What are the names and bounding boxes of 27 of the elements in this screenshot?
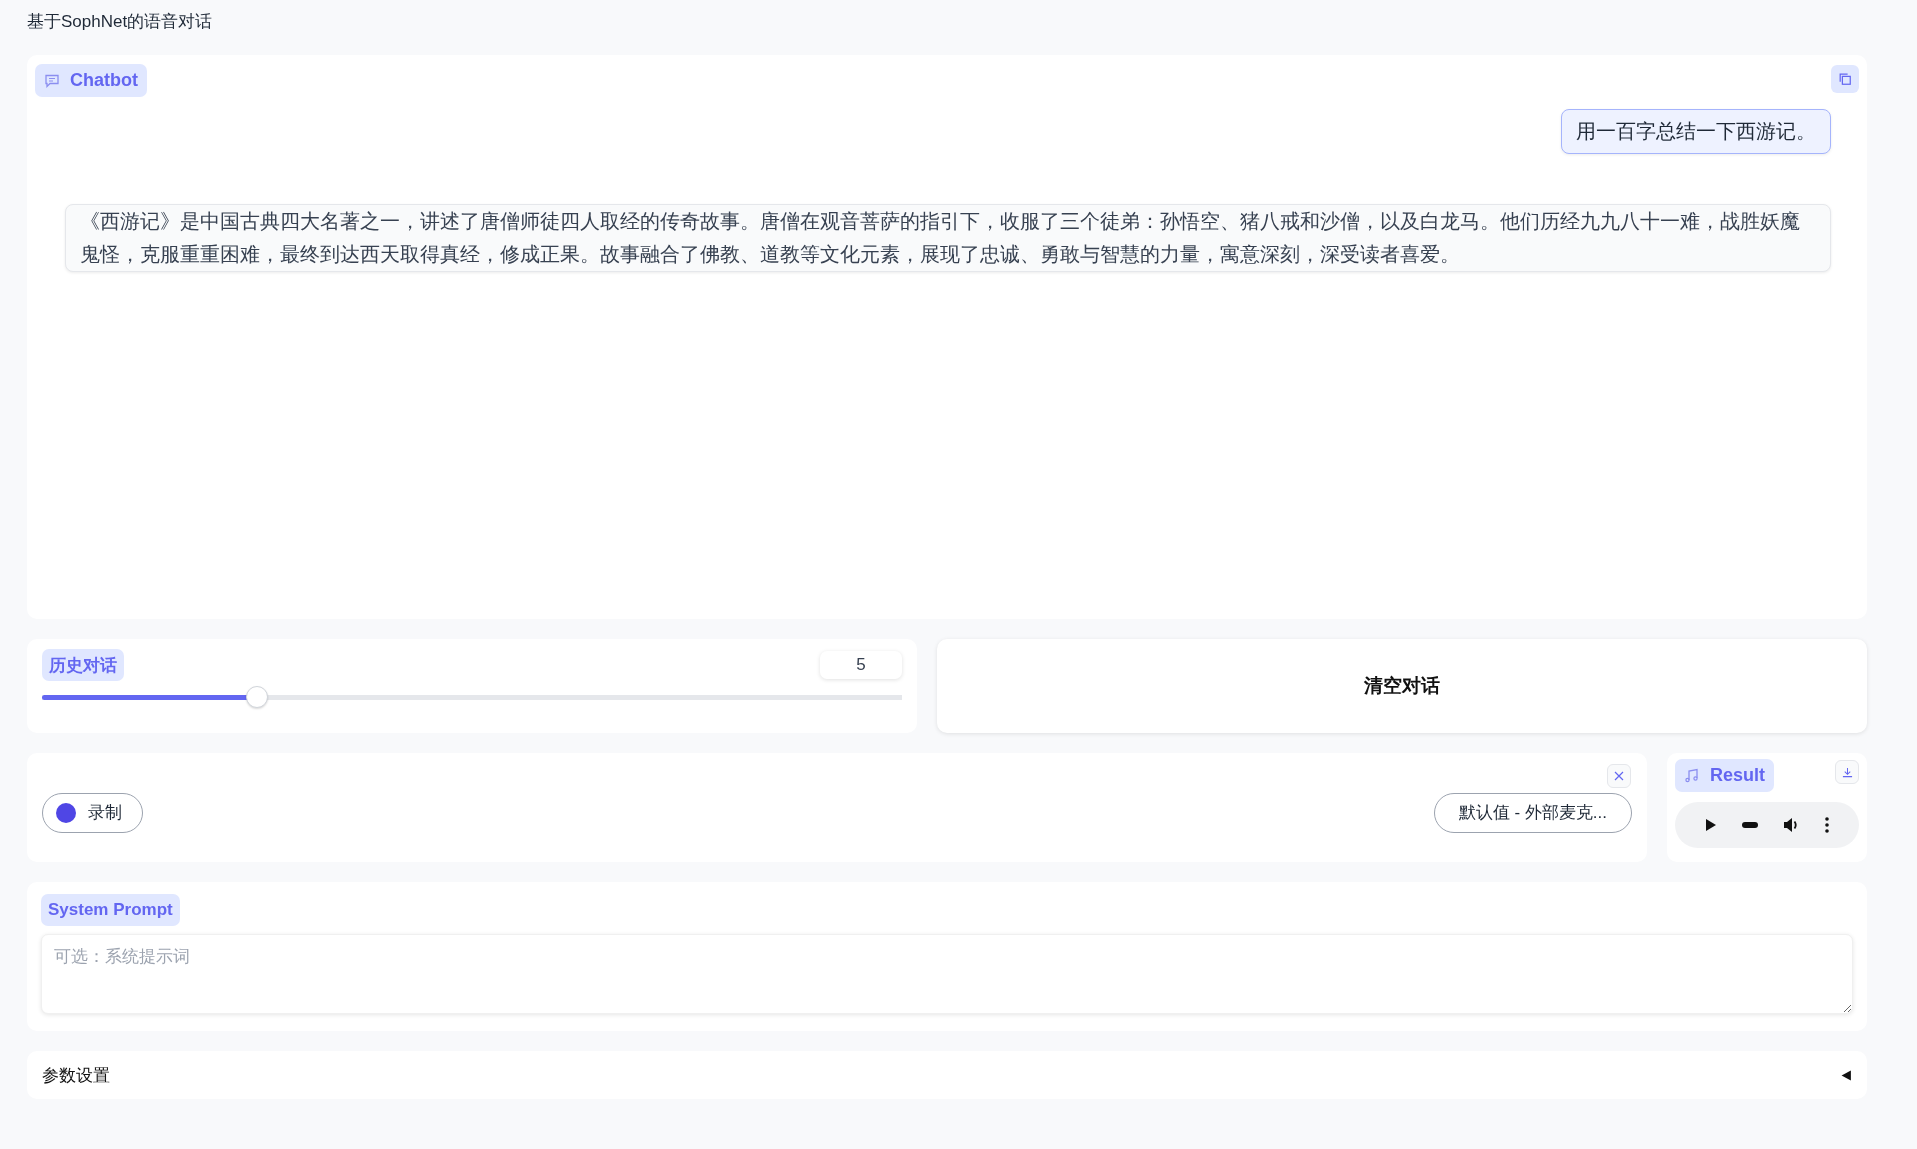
music-note-icon — [1684, 767, 1700, 784]
progress-bar-icon[interactable] — [1741, 822, 1758, 828]
chatbot-label: Chatbot — [35, 64, 147, 97]
user-message: 用一百字总结一下西游记。 — [1561, 109, 1831, 154]
clear-button[interactable]: 清空对话 — [937, 639, 1867, 733]
close-icon — [1614, 771, 1624, 781]
record-dot-icon — [56, 802, 76, 823]
download-icon — [1841, 766, 1853, 778]
slider-thumb[interactable] — [246, 686, 268, 708]
copy-icon — [1838, 72, 1852, 86]
record-button[interactable]: 录制 — [42, 792, 143, 833]
play-icon[interactable] — [1705, 818, 1718, 832]
close-button[interactable] — [1607, 764, 1631, 788]
system-prompt-field[interactable]: 可选：系统提示词 — [41, 934, 1853, 1014]
page-title: 基于SophNet的语音对话 — [27, 11, 214, 33]
settings-label: 参数设置 — [42, 1064, 110, 1087]
number-input[interactable]: 5 — [820, 651, 902, 679]
result-label: Result — [1675, 759, 1774, 792]
chat-bubble-icon — [44, 72, 60, 89]
more-icon[interactable] — [1824, 817, 1829, 833]
download-button[interactable] — [1835, 760, 1859, 784]
settings-accordion[interactable]: 参数设置 — [27, 1051, 1867, 1099]
system-prompt-label: System Prompt — [41, 894, 180, 926]
copy-button[interactable] — [1831, 65, 1859, 93]
slider-label: 历史对话 — [42, 649, 124, 681]
device-select[interactable]: 默认值 - 外部麦克... — [1433, 792, 1632, 833]
bot-message: 《西游记》是中国古典四大名著之一，讲述了唐僧师徒四人取经的传奇故事。唐僧在观音菩萨的指引下，收服了三个徒弟：孙悟空、猪八戒和沙僧，以及白龙马。他们历经九九八十一难，战胜妖魔鬼怪，克服重重困难，最终到达西天取得真经，修成正果。故事融合了佛教、道教等文化元素，展现了忠诚、勇敢与智慧的力量，寓意深刻，深受读者喜爱。 — [65, 204, 1831, 272]
